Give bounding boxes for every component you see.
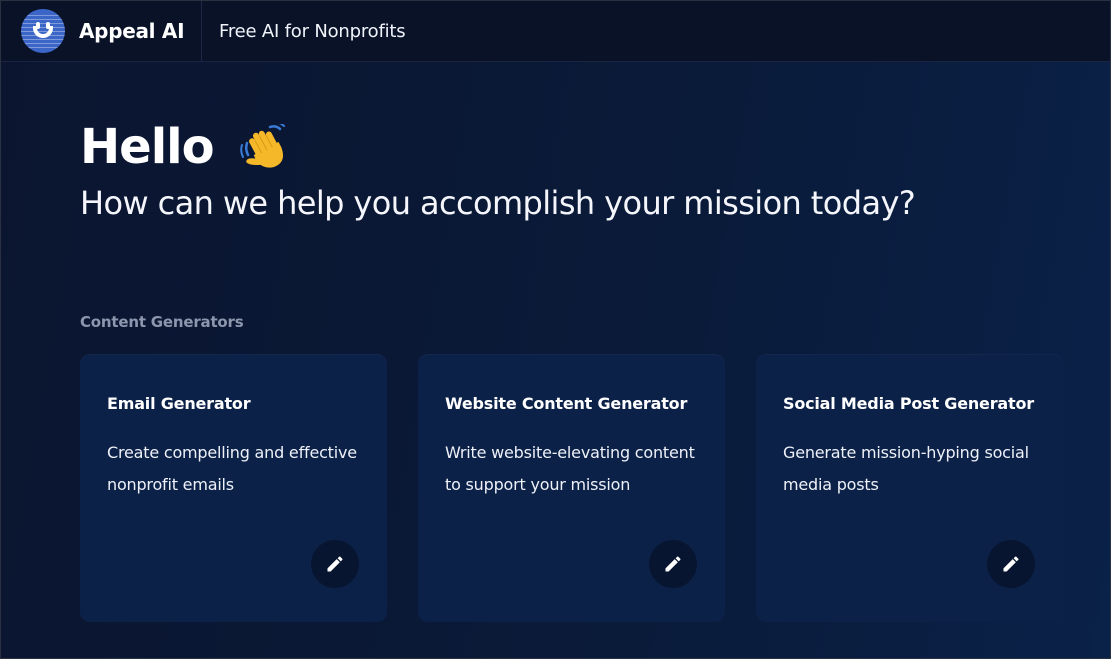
top-header: Appeal AI Free AI for Nonprofits [1, 1, 1110, 62]
greeting-row: Hello [80, 119, 915, 175]
brand-link[interactable]: Appeal AI [1, 1, 202, 61]
pencil-icon [1003, 556, 1019, 572]
edit-button[interactable] [649, 540, 697, 588]
card-website-content-generator[interactable]: Website Content Generator Write website-… [418, 354, 725, 622]
pencil-icon [327, 556, 343, 572]
card-email-generator[interactable]: Email Generator Create compelling and ef… [80, 354, 387, 622]
card-title: Social Media Post Generator [783, 394, 1034, 413]
waving-hand-icon [239, 124, 285, 168]
card-title: Email Generator [107, 394, 251, 413]
hero-section: Hello How can we help you accomplish you… [80, 119, 916, 223]
edit-button[interactable] [311, 540, 359, 588]
edit-button[interactable] [987, 540, 1035, 588]
hero-subtitle: How can we help you accomplish your miss… [80, 184, 916, 222]
smiley-logo-icon [21, 9, 65, 53]
card-description: Generate mission-hyping social media pos… [783, 443, 1029, 494]
card-description: Create compelling and effective nonprofi… [107, 443, 357, 494]
section-label: Content Generators [80, 313, 244, 331]
brand-name: Appeal AI [79, 19, 185, 43]
pencil-icon [665, 556, 681, 572]
card-title: Website Content Generator [445, 394, 688, 413]
greeting-heading: Hello [80, 119, 215, 175]
card-description: Write website-elevating content to suppo… [445, 443, 695, 494]
header-tagline: Free AI for Nonprofits [219, 20, 406, 42]
card-social-media-post-generator[interactable]: Social Media Post Generator Generate mis… [756, 354, 1063, 622]
